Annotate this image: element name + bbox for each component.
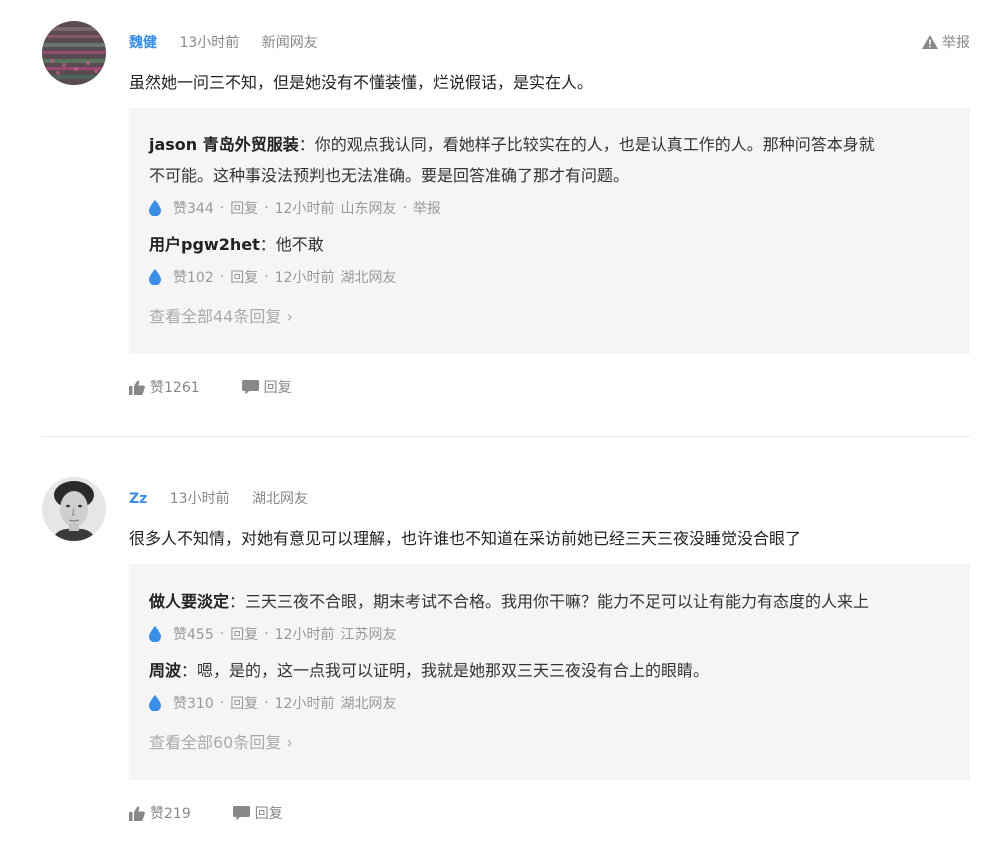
reply-text: 三天三夜不合眼，期末考试不合格。我用你干嘛？能力不足可以让有能力有态度的人来上	[245, 592, 870, 611]
reply-label: 回复	[263, 380, 292, 396]
like-count: 赞1261	[150, 380, 200, 396]
comment-time: 13小时前	[169, 491, 230, 507]
reply-reply-button[interactable]: 回复	[230, 693, 258, 713]
avatar-image	[42, 477, 106, 541]
view-all-replies-link[interactable]: 查看全部60条回复 ›	[149, 729, 293, 753]
reply-location: 江苏网友	[340, 627, 397, 643]
drop-icon[interactable]	[149, 626, 161, 642]
dot-separator: ·	[219, 269, 225, 285]
dot-separator: ·	[219, 200, 225, 216]
comment-actions: 赞1261 回复	[129, 377, 292, 397]
like-button[interactable]: 赞219	[129, 803, 191, 823]
comment-time: 13小时前	[179, 35, 240, 51]
comment-meta: 魏健 13小时前 新闻网友	[129, 32, 336, 52]
like-button[interactable]: 赞1261	[129, 377, 200, 397]
reply-likes[interactable]: 赞102	[173, 267, 214, 287]
reply-label: 回复	[254, 806, 283, 822]
dot-separator: ·	[402, 200, 407, 216]
reply-time: 12小时前	[274, 696, 335, 712]
reply-item: 用户pgw2het：他不敢	[149, 229, 950, 260]
reply-list: jason 青岛外贸服装：你的观点我认同，看她样子比较实在的人，也是认真工作的人…	[129, 108, 970, 354]
reply-time: 12小时前	[274, 270, 335, 286]
reply-separator: ：	[259, 235, 276, 254]
report-label: 举报	[942, 35, 970, 51]
reply-meta: 赞455 · 回复 · 12小时前 江苏网友	[149, 624, 396, 644]
reply-text: 你的观点我认同，看她样子比较实在的人，也是认真工作的人。那种问答本身就	[314, 135, 875, 154]
reply-likes[interactable]: 赞344	[173, 198, 214, 218]
thumbs-up-icon	[129, 380, 145, 395]
reply-item: 周波：嗯，是的，这一点我可以证明，我就是她那双三天三夜没有合上的眼睛。	[149, 655, 950, 686]
reply-meta: 赞310 · 回复 · 12小时前 湖北网友	[149, 693, 396, 713]
reply-item: 做人要淡定：三天三夜不合眼，期末考试不合格。我用你干嘛？能力不足可以让有能力有态…	[149, 586, 950, 617]
reply-separator: ：	[229, 592, 246, 611]
comment-location: 湖北网友	[252, 491, 309, 507]
drop-icon[interactable]	[149, 269, 161, 285]
dot-separator: ·	[264, 269, 269, 285]
dot-separator: ·	[264, 695, 269, 711]
reply-separator: ：	[181, 661, 198, 680]
reply-text: 嗯，是的，这一点我可以证明，我就是她那双三天三夜没有合上的眼睛。	[197, 661, 710, 680]
reply-time: 12小时前	[274, 627, 335, 643]
comment-text: 虽然她一问三不知，但是她没有不懂装懂，烂说假话，是实在人。	[129, 73, 594, 92]
dot-separator: ·	[219, 626, 225, 642]
comment-text: 很多人不知情，对她有意见可以理解，也许谁也不知道在采访前她已经三天三夜没睡觉没合…	[129, 529, 802, 548]
reply-button[interactable]: 回复	[241, 377, 292, 397]
reply-location: 湖北网友	[340, 696, 397, 712]
comment-location: 新闻网友	[261, 35, 318, 51]
reply-list: 做人要淡定：三天三夜不合眼，期末考试不合格。我用你干嘛？能力不足可以让有能力有态…	[129, 564, 970, 780]
comment-author[interactable]: Zz	[129, 491, 147, 507]
reply-likes[interactable]: 赞455	[173, 624, 214, 644]
comment-meta: Zz 13小时前 湖北网友	[129, 488, 326, 508]
comment-author[interactable]: 魏健	[129, 35, 157, 51]
drop-icon[interactable]	[149, 695, 161, 711]
warning-icon	[922, 35, 938, 49]
reply-location: 山东网友	[340, 201, 397, 217]
dot-separator: ·	[264, 200, 269, 216]
comment-divider	[42, 436, 970, 437]
reply-button[interactable]: 回复	[232, 803, 283, 823]
reply-reply-button[interactable]: 回复	[230, 624, 258, 644]
report-button[interactable]: 举报	[922, 32, 970, 52]
comment-bubble-icon	[232, 805, 250, 820]
thumbs-up-icon	[129, 806, 145, 821]
reply-user[interactable]: 做人要淡定	[149, 592, 229, 611]
reply-reply-button[interactable]: 回复	[230, 267, 258, 287]
reply-text-continued: 不可能。这种事没法预判也无法准确。要是回答准确了那才有问题。	[149, 166, 630, 185]
comment-bubble-icon	[241, 379, 259, 394]
reply-meta: 赞102 · 回复 · 12小时前 湖北网友	[149, 267, 396, 287]
view-all-replies-link[interactable]: 查看全部44条回复 ›	[149, 303, 293, 327]
avatar-image	[42, 21, 106, 85]
reply-item: jason 青岛外贸服装：你的观点我认同，看她样子比较实在的人，也是认真工作的人…	[149, 129, 950, 191]
reply-user[interactable]: 用户pgw2het	[149, 235, 260, 254]
reply-report-button[interactable]: 举报	[413, 198, 441, 218]
reply-user[interactable]: jason 青岛外贸服装	[149, 135, 299, 154]
reply-location: 湖北网友	[340, 270, 397, 286]
reply-separator: ：	[298, 135, 315, 154]
comment-actions: 赞219 回复	[129, 803, 283, 823]
drop-icon[interactable]	[149, 200, 161, 216]
reply-text: 他不敢	[275, 235, 324, 254]
like-count: 赞219	[150, 806, 191, 822]
avatar[interactable]	[42, 477, 106, 541]
dot-separator: ·	[219, 695, 225, 711]
reply-reply-button[interactable]: 回复	[230, 198, 258, 218]
avatar[interactable]	[42, 21, 106, 85]
reply-user[interactable]: 周波	[149, 661, 181, 680]
reply-likes[interactable]: 赞310	[173, 693, 214, 713]
reply-time: 12小时前	[274, 201, 335, 217]
dot-separator: ·	[264, 626, 269, 642]
reply-meta: 赞344 · 回复 · 12小时前 山东网友 · 举报	[149, 198, 441, 218]
